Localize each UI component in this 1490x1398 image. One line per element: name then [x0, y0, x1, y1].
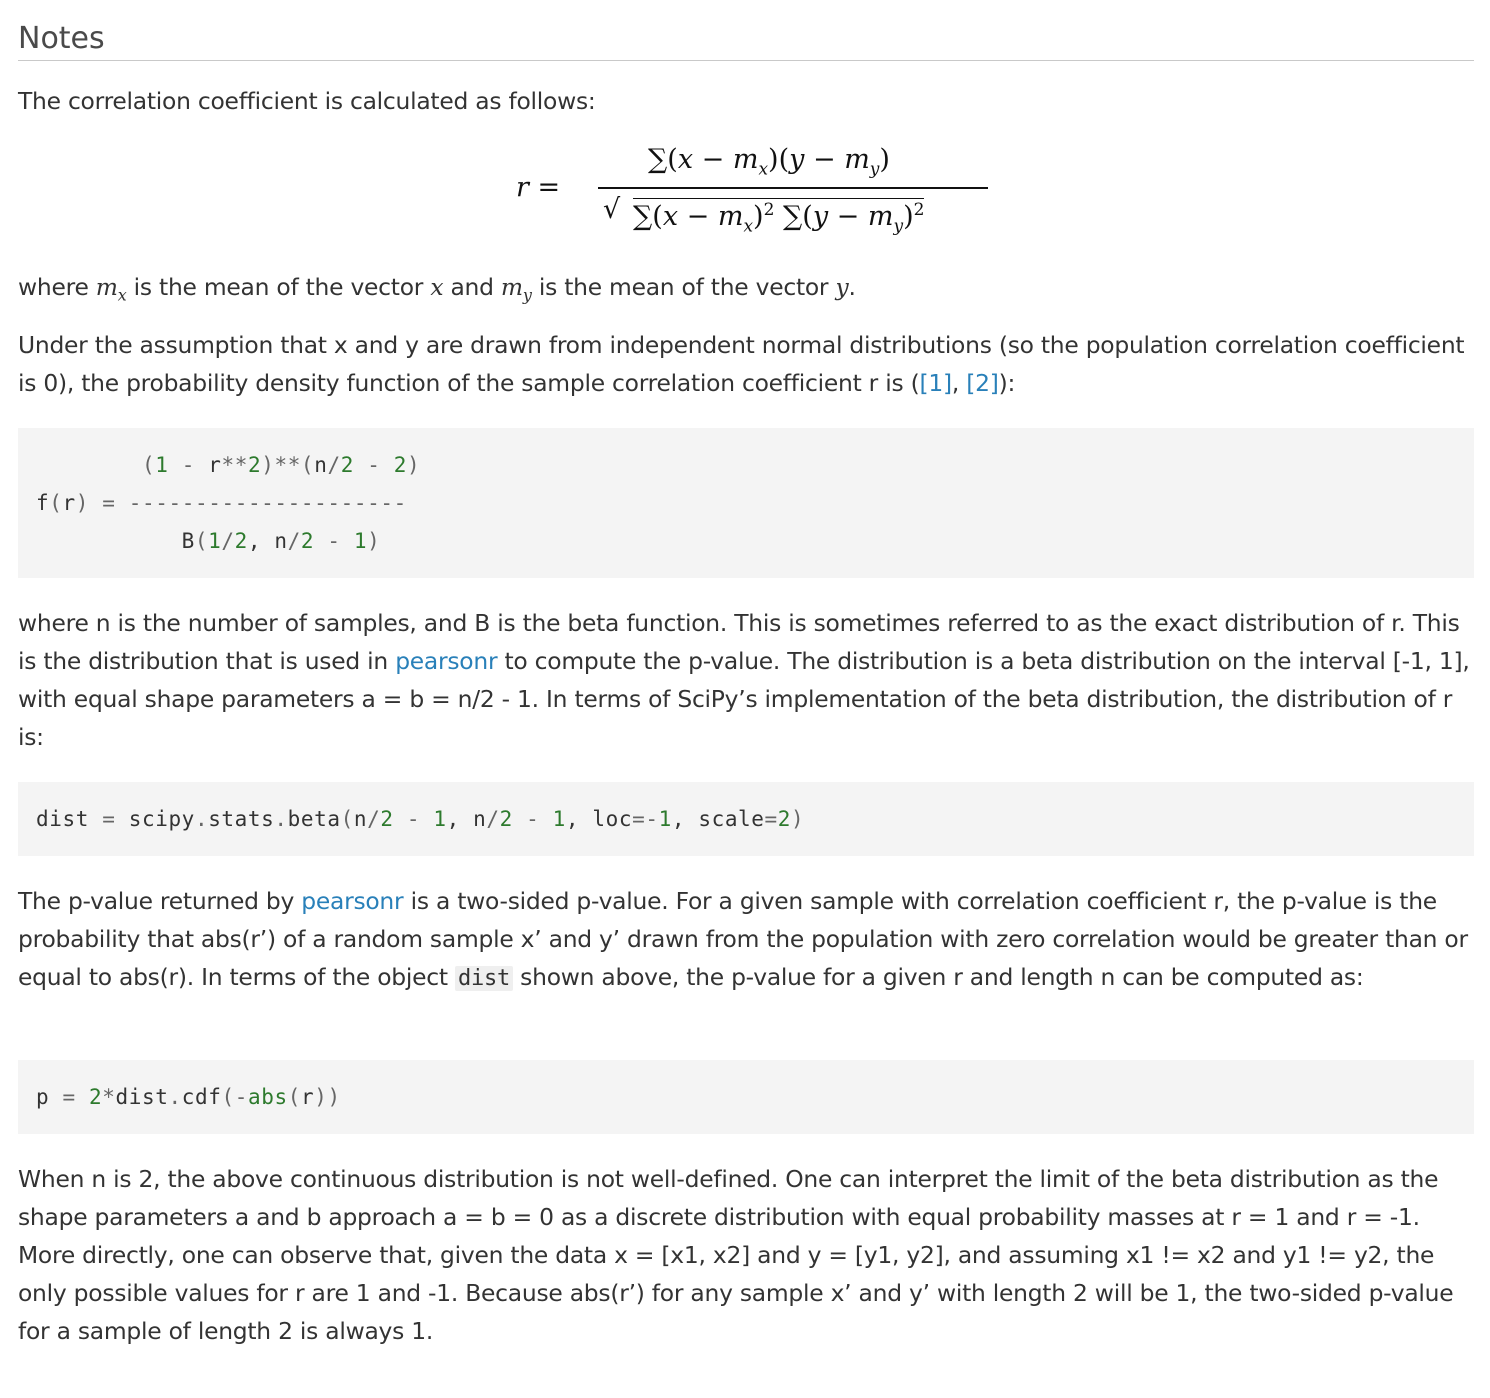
- pdf-code-block: (1 - r**2)**(n/2 - 2) f(r) = -----------…: [18, 428, 1474, 578]
- section-heading: Notes: [18, 18, 1474, 61]
- correlation-formula: r = ∑(x − mx)(y − my) √ ∑(x − mx)2 ∑(y −…: [498, 140, 1018, 250]
- mean-definition-paragraph: where mx is the mean of the vector x and…: [18, 273, 856, 305]
- pearsonr-link[interactable]: pearsonr: [395, 647, 497, 675]
- formula-numerator: ∑(x − mx)(y − my): [648, 144, 890, 180]
- fraction-bar: [598, 187, 988, 189]
- distribution-paragraph: where n is the number of samples, and B …: [18, 609, 1470, 751]
- p-value-paragraph: The p-value returned by pearsonr is a tw…: [18, 887, 1468, 991]
- reference-link-1[interactable]: [1]: [919, 369, 952, 397]
- reference-link-2[interactable]: [2]: [966, 369, 999, 397]
- dist-code-block: dist = scipy.stats.beta(n/2 - 1, n/2 - 1…: [18, 782, 1474, 856]
- assumption-paragraph: Under the assumption that x and y are dr…: [18, 331, 1465, 397]
- pvalue-code-block: p = 2*dist.cdf(-abs(r)): [18, 1060, 1474, 1134]
- sqrt-icon: √: [603, 194, 621, 225]
- code-line: B(1/2, n/2 - 1): [36, 529, 381, 553]
- code-line: dist = scipy.stats.beta(n/2 - 1, n/2 - 1…: [36, 807, 805, 831]
- pearsonr-link[interactable]: pearsonr: [301, 887, 403, 915]
- code-line: f(r) = ---------------------: [36, 491, 407, 515]
- intro-paragraph: The correlation coefficient is calculate…: [18, 87, 596, 115]
- code-line: (1 - r**2)**(n/2 - 2): [141, 453, 421, 477]
- n-equals-two-paragraph: When n is 2, the above continuous distri…: [18, 1165, 1454, 1345]
- code-line: p = 2*dist.cdf(-abs(r)): [36, 1085, 341, 1109]
- formula-lhs: r =: [516, 172, 561, 203]
- inline-code-dist: dist: [455, 966, 513, 991]
